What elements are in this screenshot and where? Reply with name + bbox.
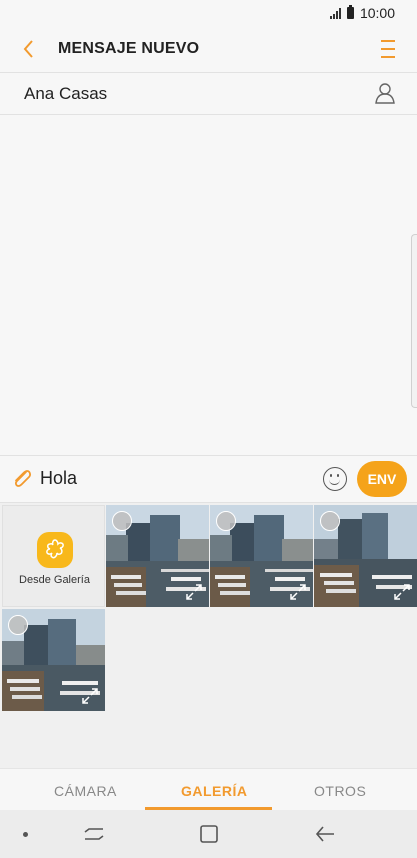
contacts-button[interactable] [373,81,397,105]
conversation-area [0,115,417,456]
app-header: MENSAJE NUEVO [0,28,417,73]
from-gallery-label: Desde Galería [19,574,90,586]
hamburger-menu-icon [381,40,399,58]
gallery-photo[interactable] [106,505,209,607]
navigation-bar [0,810,417,858]
attachment-tabs: CÁMARA GALERÍA OTROS [0,768,417,811]
recipient-name: Ana Casas [24,84,108,103]
message-composer: Hola ENV [0,456,417,503]
paperclip-icon [15,470,31,487]
back-button[interactable] [14,34,44,64]
tab-others[interactable]: OTROS [314,783,366,799]
message-input[interactable]: Hola [40,468,77,489]
attach-button[interactable] [10,467,34,491]
expand-icon[interactable] [393,583,411,601]
chevron-left-icon [23,40,33,58]
home-icon[interactable] [198,824,220,844]
gallery-photo[interactable] [210,505,313,607]
signal-icon [329,7,341,19]
nav-dot-icon[interactable] [23,832,28,837]
edge-panel-handle[interactable] [411,234,417,408]
from-gallery-button[interactable]: Desde Galería [2,505,105,607]
recipient-field[interactable]: Ana Casas [0,73,417,115]
select-circle-icon[interactable] [112,511,132,531]
select-circle-icon[interactable] [216,511,236,531]
expand-icon[interactable] [185,583,203,601]
select-circle-icon[interactable] [320,511,340,531]
expand-icon[interactable] [289,583,307,601]
status-bar: 10:00 [0,0,417,28]
tab-camera[interactable]: CÁMARA [54,783,117,799]
person-icon [375,83,395,104]
expand-icon[interactable] [81,687,99,705]
menu-button[interactable] [381,40,399,60]
battery-icon [346,5,354,19]
page-title: MENSAJE NUEVO [58,40,200,57]
recent-apps-icon[interactable] [83,824,105,844]
gallery-photo[interactable] [314,505,417,607]
smiley-icon[interactable] [323,467,347,491]
gallery-app-icon [37,532,73,568]
status-time: 10:00 [359,5,395,21]
back-arrow-icon[interactable] [314,824,336,844]
send-button[interactable]: ENV [357,461,407,497]
gallery-photo[interactable] [2,609,105,711]
gallery-picker: Desde Galería [0,503,417,768]
select-circle-icon[interactable] [8,615,28,635]
tab-gallery[interactable]: GALERÍA [181,783,248,799]
